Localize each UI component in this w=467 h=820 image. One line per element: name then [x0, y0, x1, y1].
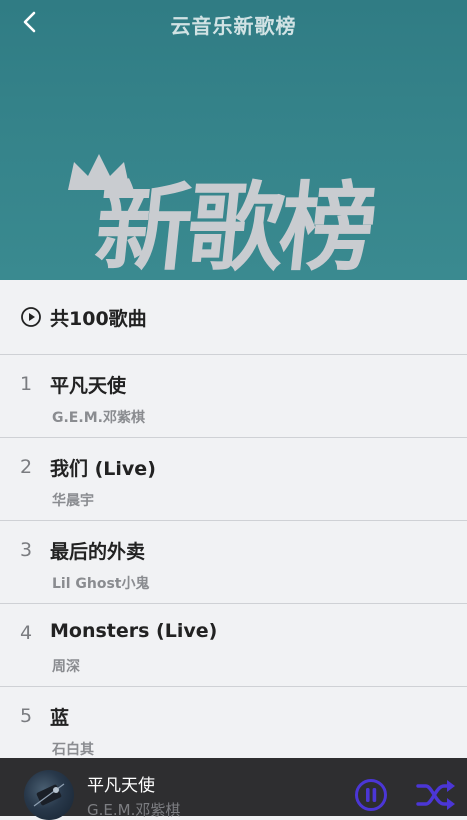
song-rank: 2 — [19, 456, 33, 478]
pause-icon[interactable] — [354, 778, 388, 812]
song-artist: 华晨宇 — [52, 493, 94, 509]
song-artist: G.E.M.邓紫棋 — [52, 410, 145, 426]
cover-art: 新歌榜 — [44, 150, 424, 280]
song-title: 蓝 — [50, 707, 70, 729]
song-rank: 5 — [19, 705, 33, 727]
play-circle-icon[interactable] — [20, 306, 42, 328]
song-artist: 周深 — [52, 659, 80, 675]
cover-title: 新歌榜 — [90, 172, 378, 280]
song-row[interactable]: 3 最后的外卖 Lil Ghost小鬼 — [0, 521, 467, 604]
page-title: 云音乐新歌榜 — [170, 14, 297, 38]
song-row[interactable]: 4 Monsters (Live) 周深 — [0, 604, 467, 687]
playlist-header: 云音乐新歌榜 新歌榜 — [0, 0, 467, 280]
song-rank: 4 — [19, 622, 33, 644]
play-all-row[interactable]: 共100歌曲 — [0, 280, 467, 355]
song-row[interactable]: 5 蓝 石白其 — [0, 687, 467, 758]
song-rank: 1 — [19, 373, 33, 395]
song-row[interactable]: 1 平凡天使 G.E.M.邓紫棋 — [0, 355, 467, 438]
song-title: 平凡天使 — [50, 375, 127, 397]
song-count: 共100歌曲 — [50, 307, 147, 330]
album-art-icon — [33, 783, 65, 807]
mini-player[interactable]: 平凡天使 G.E.M.邓紫棋 — [0, 758, 467, 820]
now-playing-title: 平凡天使 — [87, 776, 155, 796]
song-rank: 3 — [19, 539, 33, 561]
shuffle-icon[interactable] — [416, 778, 456, 812]
song-row[interactable]: 2 我们 (Live) 华晨宇 — [0, 438, 467, 521]
song-artist: Lil Ghost小鬼 — [52, 576, 150, 592]
song-title: 最后的外卖 — [50, 541, 146, 563]
song-title: 我们 (Live) — [50, 458, 156, 480]
now-playing-artist: G.E.M.邓紫棋 — [87, 801, 181, 819]
song-title: Monsters (Live) — [50, 620, 218, 642]
song-list: 共100歌曲 1 平凡天使 G.E.M.邓紫棋 2 我们 (Live) 华晨宇 … — [0, 280, 467, 758]
song-artist: 石白其 — [52, 742, 94, 758]
album-thumbnail[interactable] — [24, 770, 74, 820]
